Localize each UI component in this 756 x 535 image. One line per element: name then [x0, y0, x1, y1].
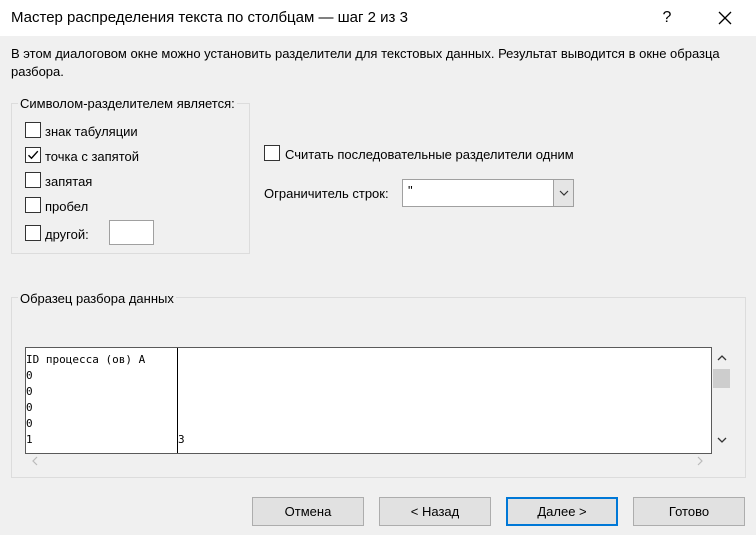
- comma-label[interactable]: запятая: [45, 174, 92, 189]
- space-checkbox[interactable]: [25, 197, 41, 213]
- preview-cell: 0: [26, 417, 33, 430]
- preview-cell: 1: [26, 433, 33, 446]
- preview-column-1: ID процесса (ов) A 0 0 0 0 1: [26, 352, 145, 448]
- preview-cell: 3: [178, 433, 185, 446]
- consecutive-label[interactable]: Считать последовательные разделители одн…: [285, 147, 574, 162]
- preview-cell: [178, 384, 185, 400]
- scroll-left-button[interactable]: [27, 453, 43, 469]
- chevron-down-icon: [559, 190, 568, 196]
- cancel-button[interactable]: Отмена: [252, 497, 364, 526]
- preview-cell: 0: [26, 369, 33, 382]
- scroll-down-button[interactable]: [712, 431, 732, 449]
- chevron-down-icon: [717, 437, 727, 443]
- preview-cell: [178, 352, 185, 368]
- preview-cell: 0: [26, 385, 33, 398]
- preview-area[interactable]: ID процесса (ов) A 0 0 0 0 1 3: [25, 347, 712, 454]
- preview-column-2: 3: [178, 352, 185, 448]
- chevron-right-icon: [697, 456, 703, 466]
- preview-cell: [178, 368, 185, 384]
- qualifier-select[interactable]: ": [402, 179, 574, 207]
- preview-legend: Образец разбора данных: [18, 291, 176, 306]
- other-label[interactable]: другой:: [45, 227, 89, 242]
- back-button[interactable]: < Назад: [379, 497, 491, 526]
- help-button[interactable]: ?: [644, 0, 690, 36]
- qualifier-label: Ограничитель строк:: [264, 186, 389, 201]
- tab-checkbox[interactable]: [25, 122, 41, 138]
- other-checkbox[interactable]: [25, 225, 41, 241]
- tab-label[interactable]: знак табуляции: [45, 124, 138, 139]
- description-text: В этом диалоговом окне можно установить …: [11, 46, 720, 79]
- close-icon: [718, 11, 732, 25]
- semicolon-label[interactable]: точка с запятой: [45, 149, 139, 164]
- delimiters-legend: Символом-разделителем является:: [18, 96, 237, 111]
- window-title: Мастер распределения текста по столбцам …: [11, 9, 408, 26]
- vertical-scroll-thumb[interactable]: [713, 369, 730, 388]
- chevron-up-icon: [717, 355, 727, 361]
- next-button[interactable]: Далее >: [506, 497, 618, 526]
- semicolon-checkbox[interactable]: [25, 147, 41, 163]
- preview-cell: [178, 416, 185, 432]
- comma-checkbox[interactable]: [25, 172, 41, 188]
- other-delimiter-input[interactable]: [109, 220, 154, 245]
- checkmark-icon: [28, 150, 39, 160]
- finish-button[interactable]: Готово: [633, 497, 745, 526]
- preview-cell: [178, 400, 185, 416]
- qualifier-dropdown-button[interactable]: [553, 180, 573, 206]
- scroll-right-button[interactable]: [692, 453, 708, 469]
- space-label[interactable]: пробел: [45, 199, 88, 214]
- preview-cell: 0: [26, 401, 33, 414]
- consecutive-checkbox[interactable]: [264, 145, 280, 161]
- close-button[interactable]: [698, 0, 752, 36]
- scroll-up-button[interactable]: [712, 349, 732, 367]
- qualifier-value: ": [408, 183, 413, 198]
- chevron-left-icon: [32, 456, 38, 466]
- preview-cell: ID процесса (ов) A: [26, 353, 146, 366]
